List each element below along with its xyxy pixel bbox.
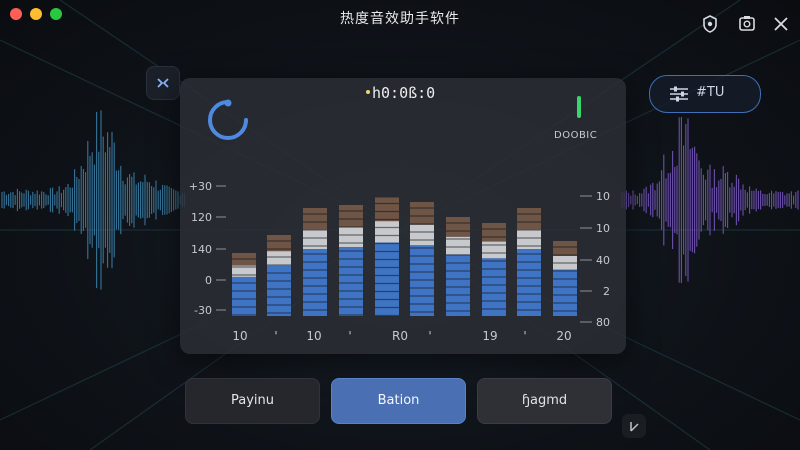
bottom-axis-label: 10 (306, 329, 321, 343)
meter-level-segment (553, 269, 577, 316)
left-axis-label: 0 (205, 274, 212, 287)
bottom-axis-label: R0 (392, 329, 408, 343)
shield-settings-icon[interactable] (700, 14, 720, 34)
bottom-axis-label: ' (523, 329, 526, 343)
right-axis-label: 40 (596, 254, 610, 267)
meter-level-segment (303, 249, 327, 316)
meter-level-segment (517, 249, 541, 316)
left-axis-label: 140 (191, 243, 212, 256)
timer-readout: h0:0ß:0 (372, 84, 436, 102)
meter-peak-segment (375, 197, 399, 222)
equalizer-label: #TU (696, 85, 725, 100)
station-button[interactable]: Bation (331, 378, 466, 424)
play-button[interactable]: Payinu (185, 378, 320, 424)
bottom-axis-label: 20 (556, 329, 571, 343)
meter-peak-segment (553, 241, 577, 256)
resize-handle[interactable] (622, 414, 646, 438)
sliders-icon (670, 86, 688, 102)
photo-icon[interactable] (737, 14, 757, 34)
right-axis-label: 80 (596, 316, 610, 329)
bottom-axis-label: ' (428, 329, 431, 343)
meter-mid-segment (339, 227, 363, 248)
meter-level-segment (339, 247, 363, 316)
level-indicator (577, 96, 581, 118)
left-axis-label: 120 (191, 211, 212, 224)
bottom-axis-label: 10 (232, 329, 247, 343)
meter-mid-segment (410, 224, 434, 246)
record-button[interactable]: ɧagmd (477, 378, 612, 424)
waveform-left (1, 110, 185, 290)
waveform-right (621, 117, 799, 283)
meter-peak-segment (446, 217, 470, 237)
meter-peak-segment (482, 223, 506, 242)
right-axis-label: 10 (596, 222, 610, 235)
app-window: 热度音效助手软件 h0:0ß:0 DOOBIC +30 120 140 0 -30 10 1… (0, 0, 800, 450)
meter-peak-segment (517, 208, 541, 230)
close-icon[interactable] (771, 14, 791, 34)
equalizer-toggle-button[interactable]: #TU (649, 75, 761, 113)
collapse-icon (157, 78, 169, 88)
meter-level-segment (375, 242, 399, 316)
volume-dial-icon[interactable] (204, 96, 252, 144)
title-bar: 热度音效助手软件 (0, 0, 800, 38)
meter-mid-segment (267, 251, 291, 266)
left-axis-label: -30 (194, 304, 212, 317)
meter-peak-segment (303, 208, 327, 230)
left-axis-label: +30 (189, 180, 212, 193)
bottom-axis-label: 19 (482, 329, 497, 343)
level-meters: +30 120 140 0 -30 10 10 40 2 80 10 ' 10 ' R0 ' 19 ' 20 (189, 180, 610, 343)
right-axis-label: 10 (596, 190, 610, 203)
meter-level-segment (482, 258, 506, 316)
meter-level-segment (446, 254, 470, 316)
meter-peak-segment (339, 205, 363, 228)
collapse-button[interactable] (146, 66, 180, 100)
meter-mid-segment (482, 241, 506, 259)
bottom-axis-label: ' (274, 329, 277, 343)
window-title: 热度音效助手软件 (340, 11, 460, 27)
right-axis-label: 2 (603, 285, 610, 298)
bottom-axis-label: ' (348, 329, 351, 343)
meter-peak-segment (410, 202, 434, 225)
record-indicator (366, 90, 370, 94)
resize-icon (630, 422, 639, 432)
meter-mid-segment (375, 221, 399, 243)
